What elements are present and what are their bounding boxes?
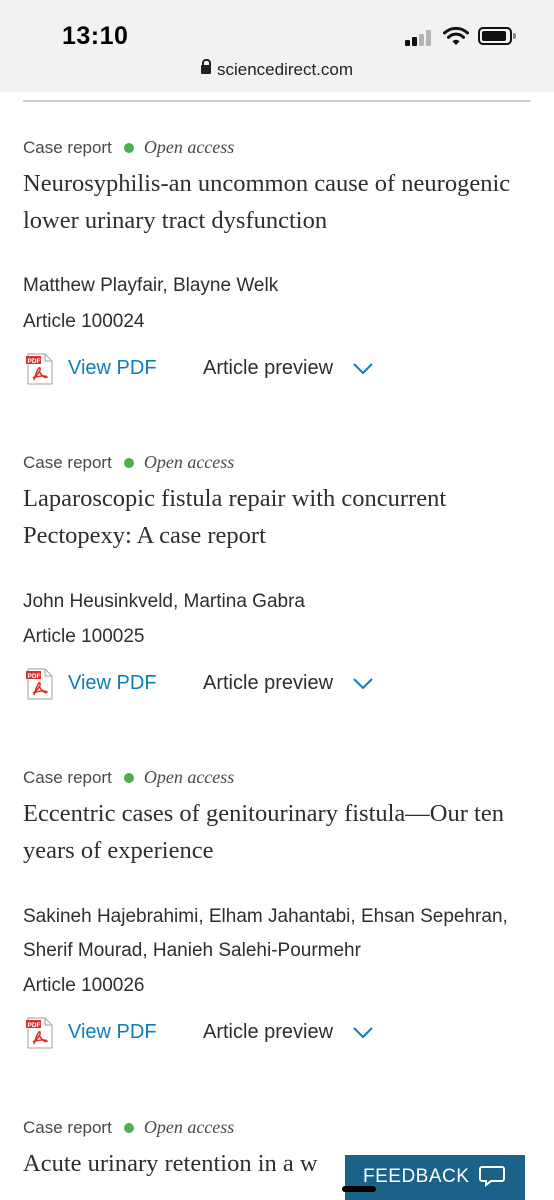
chevron-down-icon[interactable] <box>353 678 373 690</box>
article-type: Case report <box>23 768 112 787</box>
article-meta: Case report Open access <box>23 452 234 473</box>
article-meta: Case report Open access <box>23 137 234 158</box>
battery-icon <box>478 27 516 45</box>
article-authors: John Heusinkveld, Martina Gabra <box>23 591 305 612</box>
article-authors: Sakineh Hajebrahimi, Elham Jahantabi, Eh… <box>23 906 508 961</box>
article-title-link[interactable]: Neurosyphilis-an uncommon cause of neuro… <box>23 165 528 239</box>
article-actions: PDF View PDF Article preview <box>23 668 533 706</box>
open-access-dot-icon <box>123 1122 134 1133</box>
url-text: sciencedirect.com <box>216 60 354 79</box>
address-bar[interactable]: sciencedirect.com <box>0 59 554 80</box>
lock-icon <box>200 59 211 75</box>
article-title-link[interactable]: Eccentric cases of genitourinary fistula… <box>23 795 528 869</box>
svg-text:PDF: PDF <box>28 1022 41 1029</box>
article-title-link[interactable]: Laparoscopic fistula repair with concurr… <box>23 480 528 554</box>
article-type: Case report <box>23 138 112 157</box>
article-actions: PDF View PDF Article preview <box>23 1017 533 1055</box>
feedback-label: FEEDBACK <box>363 1166 470 1187</box>
view-pdf-link[interactable]: View PDF <box>68 357 157 380</box>
article-preview-toggle[interactable]: Article preview <box>203 1021 333 1044</box>
feedback-button[interactable]: FEEDBACK <box>345 1155 525 1200</box>
article-preview-toggle[interactable]: Article preview <box>203 672 333 695</box>
open-access-label: Open access <box>143 767 235 787</box>
article-number: Article 100026 <box>23 975 145 996</box>
open-access-dot-icon <box>123 142 134 153</box>
home-indicator <box>342 1186 376 1192</box>
open-access-label: Open access <box>143 452 235 472</box>
open-access-label: Open access <box>143 137 235 157</box>
status-time: 13:10 <box>62 22 129 50</box>
svg-text:PDF: PDF <box>28 673 41 680</box>
pdf-icon[interactable]: PDF <box>26 668 54 700</box>
cellular-signal-icon <box>405 30 435 46</box>
article-type: Case report <box>23 1118 112 1137</box>
wifi-icon <box>443 26 469 45</box>
article-number: Article 100024 <box>23 311 145 332</box>
open-access-dot-icon <box>123 457 134 468</box>
pdf-icon[interactable]: PDF <box>26 1017 54 1049</box>
status-bar: 13:10 sciencedirect.com <box>0 0 554 92</box>
article-actions: PDF View PDF Article preview <box>23 353 533 391</box>
svg-text:PDF: PDF <box>28 358 41 365</box>
open-access-dot-icon <box>123 772 134 783</box>
chevron-down-icon[interactable] <box>353 363 373 375</box>
open-access-label: Open access <box>143 1117 235 1137</box>
chat-bubble-icon <box>479 1166 505 1187</box>
view-pdf-link[interactable]: View PDF <box>68 1021 157 1044</box>
pdf-icon[interactable]: PDF <box>26 353 54 385</box>
article-number: Article 100025 <box>23 626 145 647</box>
article-meta: Case report Open access <box>23 1117 234 1138</box>
article-preview-toggle[interactable]: Article preview <box>203 357 333 380</box>
chevron-down-icon[interactable] <box>353 1027 373 1039</box>
view-pdf-link[interactable]: View PDF <box>68 672 157 695</box>
article-title-link[interactable]: Acute urinary retention in a w <box>23 1145 353 1182</box>
article-authors: Matthew Playfair, Blayne Welk <box>23 275 279 296</box>
article-meta: Case report Open access <box>23 767 234 788</box>
article-type: Case report <box>23 453 112 472</box>
divider <box>23 100 531 102</box>
